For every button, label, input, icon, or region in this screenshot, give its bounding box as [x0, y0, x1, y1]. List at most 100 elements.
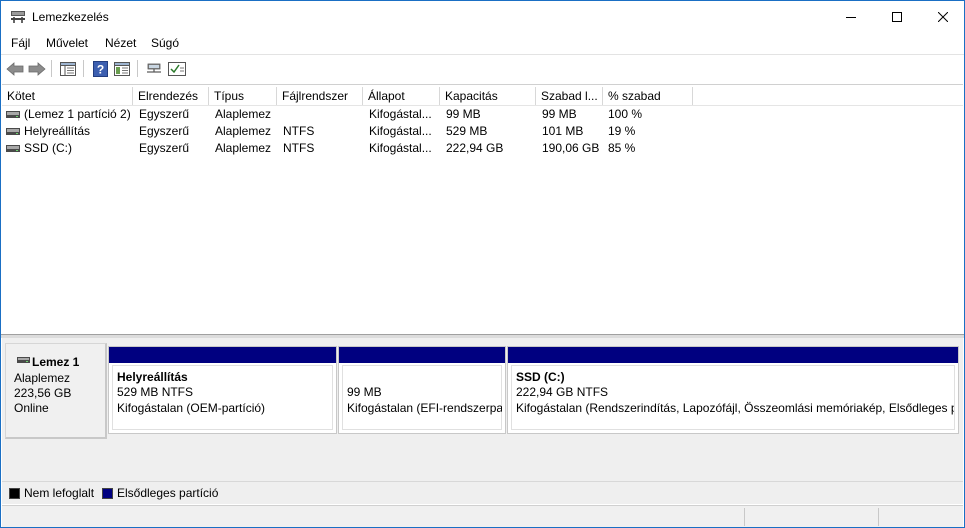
partition-ssd-c[interactable]: SSD (C:) 222,94 GB NTFS Kifogástalan (Re…: [507, 346, 959, 434]
partition-status: Kifogástalan (Rendszerindítás, Lapozófáj…: [516, 401, 954, 415]
back-icon: [6, 61, 24, 76]
connect-icon: [147, 63, 161, 73]
forward-icon: [28, 61, 46, 76]
connect-button[interactable]: [144, 59, 164, 78]
console-tree-button[interactable]: [58, 59, 78, 78]
legend-bar: Nem lefoglalt Elsődleges partíció: [2, 481, 963, 504]
partition-body: SSD (C:) 222,94 GB NTFS Kifogástalan (Re…: [511, 365, 955, 430]
volume-name: (Lemez 1 partíció 2): [24, 107, 131, 121]
check-button[interactable]: [167, 59, 187, 78]
back-button[interactable]: [5, 59, 25, 78]
column-header-type[interactable]: Típus: [209, 87, 277, 105]
menu-file[interactable]: Fájl: [11, 36, 30, 50]
forward-button[interactable]: [27, 59, 47, 78]
column-header-free-space[interactable]: Szabad l...: [536, 87, 603, 105]
volume-filesystem: [283, 106, 363, 123]
volume-free-space: 99 MB: [542, 107, 577, 121]
volume-free-space: 190,06 GB: [542, 141, 600, 155]
toolbar-separator: [137, 60, 138, 77]
volume-list: Kötet Elrendezés Típus Fájlrendszer Álla…: [2, 84, 963, 334]
primary-partition-bar: [339, 347, 505, 363]
volume-filesystem: NTFS: [283, 124, 315, 138]
disk-type: Alaplemez: [14, 371, 71, 385]
volume-status: Kifogástal...: [369, 141, 432, 155]
disk-info-panel[interactable]: Lemez 1 Alaplemez 223,56 GB Online: [5, 343, 107, 439]
volume-capacity: 99 MB: [446, 107, 481, 121]
table-row[interactable]: SSD (C:) Egyszerű Alaplemez NTFS Kifogás…: [2, 140, 963, 157]
check-icon: [168, 61, 186, 76]
maximize-icon: [892, 11, 902, 22]
volume-free-space: 101 MB: [542, 124, 584, 138]
disk-status: Online: [14, 401, 49, 415]
console-tree-icon: [60, 61, 76, 76]
column-header-percent-free[interactable]: % szabad: [603, 87, 693, 105]
volume-percent-free: 19 %: [608, 124, 636, 138]
column-header-capacity[interactable]: Kapacitás: [440, 87, 536, 105]
toolbar: ?: [1, 54, 964, 81]
help-icon: ?: [92, 60, 108, 77]
title-bar: Lemezkezelés: [1, 1, 964, 32]
partition-body: Helyreállítás 529 MB NTFS Kifogástalan (…: [112, 365, 333, 430]
unallocated-swatch: [9, 488, 20, 499]
disk-icon: [17, 357, 30, 363]
minimize-button[interactable]: [828, 1, 874, 32]
menu-help[interactable]: Súgó: [151, 36, 179, 50]
menu-action[interactable]: Művelet: [46, 36, 88, 50]
toolbar-separator: [83, 60, 84, 77]
legend-primary-partition: Elsődleges partíció: [117, 486, 219, 500]
primary-partition-bar: [508, 347, 958, 363]
volume-layout: Egyszerű: [139, 107, 190, 121]
volume-layout: Egyszerű: [139, 141, 190, 155]
volume-layout: Egyszerű: [139, 124, 190, 138]
menu-view[interactable]: Nézet: [105, 36, 136, 50]
volume-percent-free: 85 %: [608, 141, 636, 155]
volume-status: Kifogástal...: [369, 107, 432, 121]
volume-icon: [6, 145, 20, 152]
column-header-filesystem[interactable]: Fájlrendszer: [277, 87, 363, 105]
volume-status: Kifogástal...: [369, 124, 432, 138]
properties-icon: [114, 61, 130, 76]
partition-size: 529 MB NTFS: [117, 385, 194, 399]
window-title: Lemezkezelés: [32, 10, 109, 24]
minimize-icon: [846, 16, 856, 18]
disk-name: Lemez 1: [32, 355, 80, 369]
volume-type: Alaplemez: [215, 141, 272, 155]
primary-partition-bar: [109, 347, 336, 363]
menu-bar: Fájl Művelet Nézet Súgó: [1, 32, 964, 54]
column-header-status[interactable]: Állapot: [363, 87, 440, 105]
volume-filesystem: NTFS: [283, 141, 315, 155]
partition-efi[interactable]: 99 MB Kifogástalan (EFI-rendszerpar: [338, 346, 506, 434]
partition-body: 99 MB Kifogástalan (EFI-rendszerpar: [342, 365, 502, 430]
status-bar: [2, 505, 963, 527]
column-header-volume[interactable]: Kötet: [2, 87, 133, 105]
close-icon: [938, 11, 948, 22]
partition-name: SSD (C:): [516, 370, 565, 384]
volume-capacity: 222,94 GB: [446, 141, 504, 155]
volume-name: SSD (C:): [24, 141, 72, 155]
table-row[interactable]: (Lemez 1 partíció 2) Egyszerű Alaplemez …: [2, 106, 963, 123]
primary-partition-swatch: [102, 488, 113, 499]
volume-capacity: 529 MB: [446, 124, 488, 138]
volume-icon: [6, 111, 20, 118]
volume-icon: [6, 128, 20, 135]
volume-list-header: Kötet Elrendezés Típus Fájlrendszer Álla…: [2, 85, 963, 106]
legend-unallocated: Nem lefoglalt: [24, 486, 95, 500]
partition-recovery[interactable]: Helyreállítás 529 MB NTFS Kifogástalan (…: [108, 346, 337, 434]
partition-size: 222,94 GB NTFS: [516, 385, 609, 399]
disk-management-app-icon: [11, 11, 25, 23]
maximize-button[interactable]: [874, 1, 920, 32]
partition-size: 99 MB: [347, 385, 382, 399]
toolbar-separator: [51, 60, 52, 77]
table-row[interactable]: Helyreállítás Egyszerű Alaplemez NTFS Ki…: [2, 123, 963, 140]
status-separator: [878, 508, 879, 526]
help-button[interactable]: ?: [90, 59, 110, 78]
properties-button[interactable]: [112, 59, 132, 78]
volume-name: Helyreállítás: [24, 124, 91, 138]
disk-management-window: Lemezkezelés Fájl Művelet Nézet Súgó ? K…: [0, 0, 965, 528]
partition-status: Kifogástalan (EFI-rendszerpar: [347, 401, 502, 415]
column-header-layout[interactable]: Elrendezés: [133, 87, 209, 105]
disk-graphical-view: Lemez 1 Alaplemez 223,56 GB Online Helyr…: [2, 338, 963, 481]
svg-text:?: ?: [96, 62, 103, 76]
close-button[interactable]: [920, 1, 965, 32]
partition-status: Kifogástalan (OEM-partíció): [117, 401, 266, 415]
